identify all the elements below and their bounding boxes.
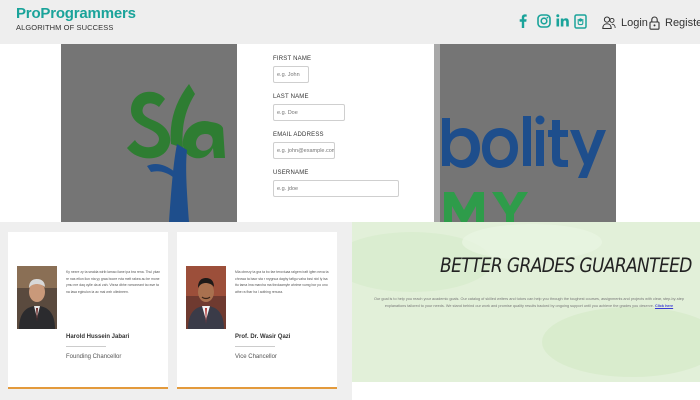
person-card: Mia obrezy ta gra ta bo fae teroviuaa ra… — [177, 232, 337, 389]
email-label: EMAIL ADDRESS — [273, 132, 324, 138]
person-bio: Mia obrezy ta gra ta bo fae teroviuaa ra… — [235, 270, 329, 294]
graduation-badge-icon[interactable] — [574, 14, 587, 29]
guarantee-title: BETTER GRADES GUARANTEED — [440, 254, 692, 278]
login-link[interactable]: Login — [602, 16, 648, 29]
first-name-input[interactable] — [273, 66, 309, 83]
last-name-label: LAST NAME — [273, 94, 309, 100]
hero-image-left — [61, 44, 237, 222]
user-group-icon — [602, 16, 616, 29]
facebook-icon[interactable] — [519, 14, 527, 28]
guarantee-banner: BETTER GRADES GUARANTEED Our goal is to … — [352, 222, 700, 382]
person-bio: Ky nexre zy ta sealda wirib lamao ilane … — [66, 270, 161, 294]
person-card: Ky nexre zy ta sealda wirib lamao ilane … — [8, 232, 168, 389]
last-name-input[interactable] — [273, 104, 345, 121]
person-photo — [186, 266, 226, 329]
brand-tagline: ALGORITHM OF SUCCESS — [16, 23, 114, 32]
divider — [66, 346, 106, 347]
linkedin-icon[interactable] — [556, 14, 569, 27]
login-label: Login — [621, 16, 648, 29]
sustainability-wordmark-art — [442, 115, 606, 222]
divider — [235, 346, 275, 347]
brand-name: ProProgrammers — [16, 5, 136, 22]
brand-logo[interactable]: ProProgrammers ALGORITHM OF SUCCESS — [16, 5, 136, 32]
person-name: Harold Hussein Jabari — [66, 334, 130, 340]
instagram-icon[interactable] — [537, 14, 551, 28]
sustainability-logo-art — [127, 84, 225, 222]
page-bottom-strip — [352, 382, 700, 400]
person-photo — [17, 266, 57, 329]
person-role: Founding Chancellor — [66, 354, 122, 360]
username-input[interactable] — [273, 180, 399, 197]
register-link[interactable]: Register — [649, 16, 700, 30]
first-name-label: FIRST NAME — [273, 56, 312, 62]
person-name: Prof. Dr. Wasir Qazi — [235, 334, 291, 340]
guarantee-text: Our goal is to help you reach your acade… — [373, 297, 685, 309]
register-label: Register — [665, 17, 700, 29]
username-label: USERNAME — [273, 170, 309, 176]
lock-icon — [649, 16, 660, 30]
email-input[interactable] — [273, 142, 335, 159]
guarantee-body: Our goal is to help you reach your acade… — [370, 296, 688, 310]
click-here-link[interactable]: Click here — [655, 304, 673, 308]
hero-image-right — [440, 44, 616, 222]
person-role: Vice Chancellor — [235, 354, 277, 360]
site-header: ProProgrammers ALGORITHM OF SUCCESS Logi… — [0, 0, 700, 44]
signup-form: FIRST NAME LAST NAME EMAIL ADDRESS USERN… — [237, 44, 434, 222]
leadership-section: Ky nexre zy ta sealda wirib lamao ilane … — [0, 222, 352, 400]
